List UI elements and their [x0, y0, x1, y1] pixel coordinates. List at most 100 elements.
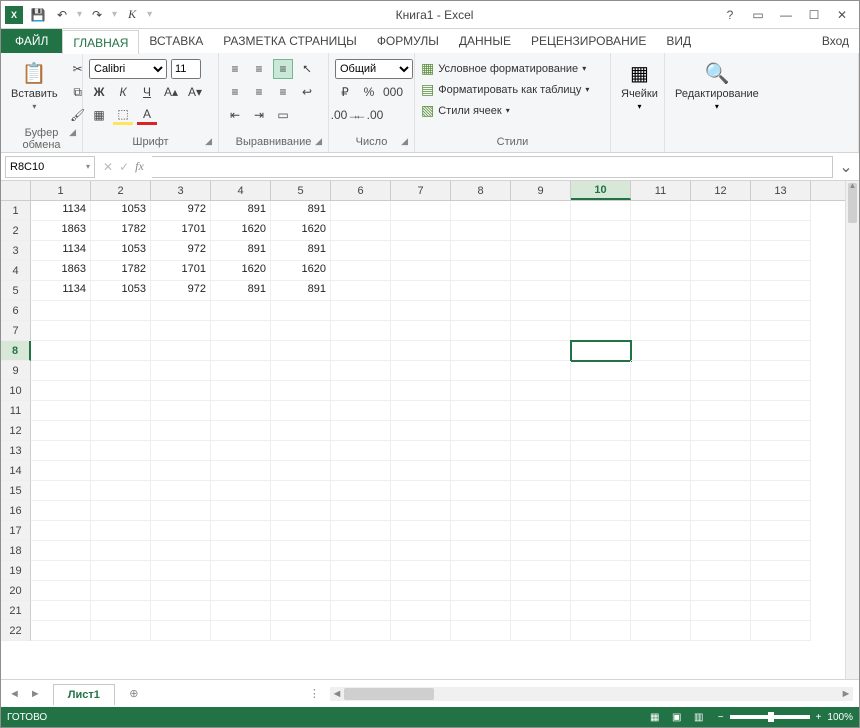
cell[interactable] [511, 221, 571, 241]
decrease-decimal-icon[interactable]: ←.00 [359, 105, 379, 125]
cell[interactable] [31, 481, 91, 501]
cell[interactable] [91, 461, 151, 481]
cell[interactable] [151, 621, 211, 641]
horizontal-scrollbar[interactable]: ◄ ► [330, 687, 853, 701]
increase-font-icon[interactable]: A▴ [161, 82, 181, 102]
bold-button[interactable]: Ж [89, 82, 109, 102]
cell[interactable] [331, 481, 391, 501]
cell[interactable] [451, 321, 511, 341]
cell[interactable] [331, 361, 391, 381]
cell[interactable] [91, 521, 151, 541]
row-header[interactable]: 1 [1, 201, 31, 221]
cell[interactable] [391, 501, 451, 521]
cell[interactable] [331, 341, 391, 361]
row-header[interactable]: 17 [1, 521, 31, 541]
cell[interactable] [91, 581, 151, 601]
cell[interactable] [571, 381, 631, 401]
cell[interactable] [631, 361, 691, 381]
cell[interactable]: 1620 [211, 261, 271, 281]
launcher-number[interactable]: ◢ [401, 136, 408, 147]
row-header[interactable]: 6 [1, 301, 31, 321]
percent-icon[interactable]: % [359, 82, 379, 102]
cell[interactable] [631, 341, 691, 361]
cell[interactable] [751, 601, 811, 621]
cell[interactable] [571, 581, 631, 601]
cell[interactable] [511, 481, 571, 501]
cell[interactable] [31, 381, 91, 401]
cell[interactable] [751, 221, 811, 241]
cell[interactable] [391, 441, 451, 461]
add-sheet-button[interactable]: ⊕ [123, 683, 145, 705]
maximize-icon[interactable]: ☐ [801, 5, 827, 25]
cell[interactable] [31, 401, 91, 421]
cell[interactable] [331, 261, 391, 281]
cell[interactable] [571, 541, 631, 561]
cell[interactable] [151, 501, 211, 521]
paste-button[interactable]: 📋 Вставить ▾ [7, 59, 62, 113]
cell[interactable] [571, 621, 631, 641]
cell[interactable] [751, 281, 811, 301]
align-bottom-icon[interactable]: ≡ [273, 59, 293, 79]
cell[interactable] [211, 421, 271, 441]
cell[interactable] [511, 601, 571, 621]
cell[interactable] [211, 561, 271, 581]
conditional-formatting-button[interactable]: ▦Условное форматирование ▾ [421, 59, 604, 78]
cell[interactable] [511, 441, 571, 461]
cell[interactable] [571, 401, 631, 421]
increase-indent-icon[interactable]: ⇥ [249, 105, 269, 125]
cell[interactable] [691, 401, 751, 421]
cell[interactable] [631, 401, 691, 421]
cell[interactable] [31, 301, 91, 321]
cell[interactable] [631, 461, 691, 481]
cell[interactable] [691, 461, 751, 481]
cell[interactable] [391, 361, 451, 381]
fill-color-icon[interactable]: ⬚ [113, 105, 133, 125]
cell[interactable] [751, 561, 811, 581]
cell[interactable] [571, 321, 631, 341]
cell[interactable] [271, 561, 331, 581]
cell[interactable] [451, 341, 511, 361]
cell[interactable]: 1782 [91, 261, 151, 281]
cell[interactable] [571, 501, 631, 521]
cell[interactable] [211, 441, 271, 461]
launcher-alignment[interactable]: ◢ [315, 136, 322, 147]
row-header[interactable]: 7 [1, 321, 31, 341]
cell[interactable] [511, 461, 571, 481]
row-header[interactable]: 21 [1, 601, 31, 621]
decrease-font-icon[interactable]: A▾ [185, 82, 205, 102]
cell[interactable] [631, 481, 691, 501]
cell[interactable] [151, 541, 211, 561]
cell[interactable] [691, 541, 751, 561]
cell[interactable] [331, 581, 391, 601]
cell[interactable] [511, 421, 571, 441]
cell[interactable] [91, 381, 151, 401]
row-header[interactable]: 15 [1, 481, 31, 501]
cell[interactable] [691, 501, 751, 521]
cell[interactable] [211, 381, 271, 401]
align-left-icon[interactable]: ≡ [225, 82, 245, 102]
cell[interactable] [91, 321, 151, 341]
cell[interactable] [391, 341, 451, 361]
cell[interactable] [91, 441, 151, 461]
launcher-clipboard[interactable]: ◢ [69, 127, 76, 138]
increase-decimal-icon[interactable]: .00→ [335, 105, 355, 125]
cell[interactable] [391, 401, 451, 421]
cell[interactable] [151, 421, 211, 441]
cell[interactable]: 1134 [31, 241, 91, 261]
cell[interactable] [151, 601, 211, 621]
cell[interactable] [391, 481, 451, 501]
cell[interactable] [571, 521, 631, 541]
cell[interactable] [271, 381, 331, 401]
cell[interactable] [751, 521, 811, 541]
undo-icon[interactable]: ↶ [53, 6, 71, 24]
cell[interactable] [391, 421, 451, 441]
cell[interactable] [91, 421, 151, 441]
cell[interactable] [571, 561, 631, 581]
hscroll-left-icon[interactable]: ◄ [330, 688, 344, 700]
cell[interactable] [331, 321, 391, 341]
page-break-view-icon[interactable]: ▥ [689, 710, 709, 724]
cell[interactable] [751, 241, 811, 261]
cell[interactable] [271, 581, 331, 601]
row-header[interactable]: 11 [1, 401, 31, 421]
cell[interactable] [511, 401, 571, 421]
